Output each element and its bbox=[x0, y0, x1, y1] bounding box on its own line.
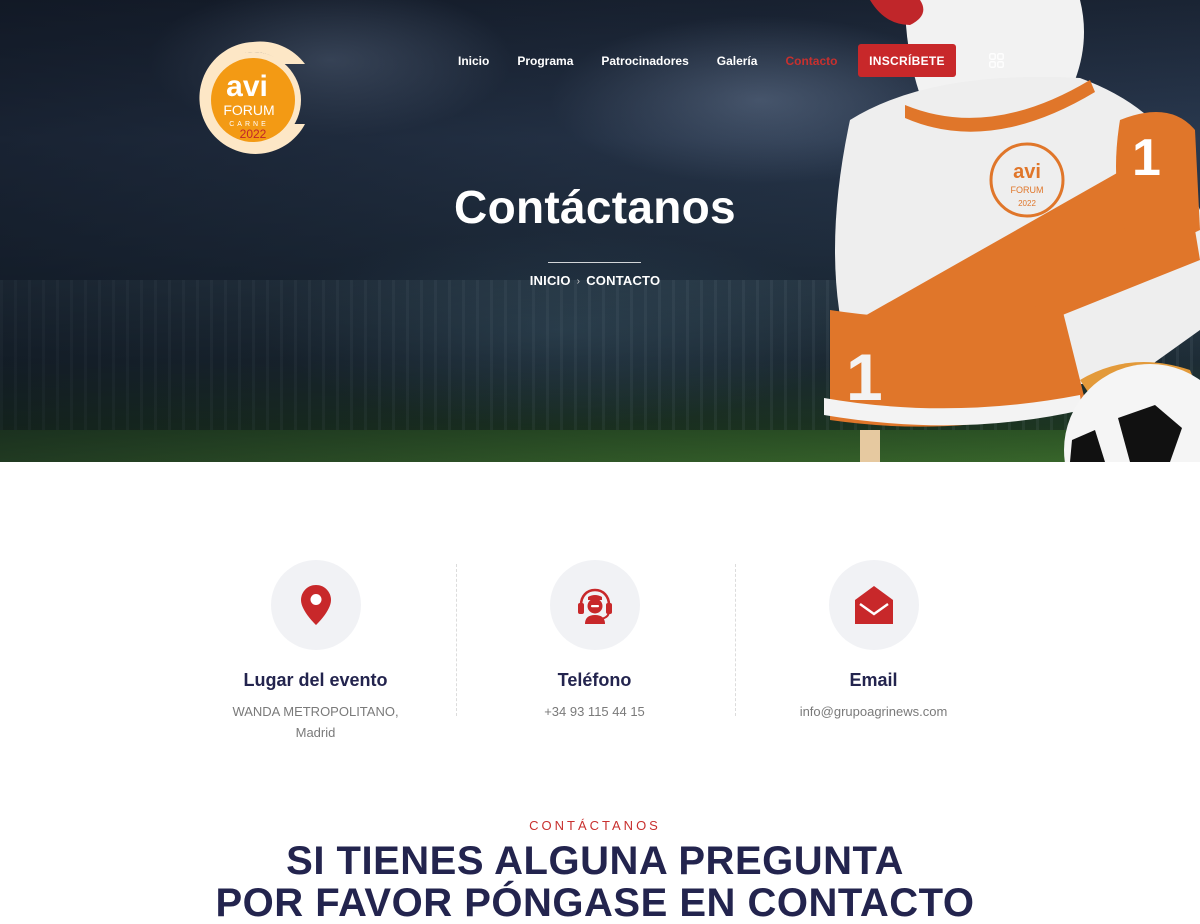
phone-icon-circle bbox=[549, 560, 640, 650]
email-icon-circle bbox=[828, 560, 919, 650]
title-divider bbox=[548, 262, 641, 263]
logo-forum-text: FORUM bbox=[223, 102, 274, 118]
contact-phone-number[interactable]: +34 93 115 44 15 bbox=[455, 701, 734, 722]
nav-item-inicio[interactable]: Inicio bbox=[458, 54, 489, 68]
contact-location-title: Lugar del evento bbox=[243, 670, 388, 690]
inscribete-button[interactable]: INSCRÍBETE bbox=[858, 44, 956, 77]
section-heading: SI TIENES ALGUNA PREGUNTA POR FAVOR PÓNG… bbox=[0, 840, 1190, 924]
map-pin-icon bbox=[300, 585, 331, 625]
contact-item-location: Lugar del evento WANDA METROPOLITANO, Mad… bbox=[176, 560, 455, 743]
envelope-icon bbox=[854, 586, 893, 624]
page-title: Contáctanos bbox=[454, 181, 736, 233]
logo-year-text: 2022 bbox=[240, 127, 267, 141]
contact-location-line2: Madrid bbox=[295, 725, 336, 740]
nav-item-galeria[interactable]: Galería bbox=[717, 54, 758, 68]
logo-brand-text: avi bbox=[226, 70, 268, 103]
contact-phone-title: Teléfono bbox=[557, 670, 632, 690]
aviforum-logo[interactable]: avi FORUM CARNE 2022 bbox=[197, 38, 309, 162]
contact-location-line1: WANDA METROPOLITANO, bbox=[232, 704, 399, 719]
section-heading-line2: POR FAVOR PÓNGASE EN CONTACTO bbox=[215, 881, 975, 924]
breadcrumb-home[interactable]: INICIO bbox=[530, 273, 571, 288]
breadcrumb-separator-icon: › bbox=[576, 276, 581, 287]
contact-location-text: WANDA METROPOLITANO, Madrid bbox=[176, 701, 455, 743]
shorts-number: 1 bbox=[846, 340, 883, 414]
nav-item-patrocinadores[interactable]: Patrocinadores bbox=[601, 54, 688, 68]
section-heading-line1: SI TIENES ALGUNA PREGUNTA bbox=[286, 839, 904, 883]
nav-item-programa[interactable]: Programa bbox=[517, 54, 573, 68]
contact-item-phone: Teléfono +34 93 115 44 15 bbox=[455, 560, 734, 722]
contact-email-title: Email bbox=[849, 670, 898, 690]
headset-icon bbox=[577, 588, 612, 624]
sleeve-number: 1 bbox=[1132, 129, 1161, 187]
location-icon-circle bbox=[270, 560, 361, 650]
grid-icon[interactable] bbox=[989, 53, 1004, 68]
contact-email-address[interactable]: info@grupoagrinews.com bbox=[734, 701, 1013, 722]
breadcrumb-current: CONTACTO bbox=[586, 273, 661, 288]
nav-item-contacto[interactable]: Contacto bbox=[785, 54, 837, 68]
breadcrumb: INICIO › CONTACTO bbox=[0, 273, 1190, 288]
contact-item-email: Email info@grupoagrinews.com bbox=[734, 560, 1013, 722]
section-kicker: CONTÁCTANOS bbox=[529, 818, 661, 833]
main-nav: Inicio Programa Patrocinadores Galería C… bbox=[458, 52, 865, 70]
contact-info: Lugar del evento WANDA METROPOLITANO, Mad… bbox=[176, 560, 1014, 750]
